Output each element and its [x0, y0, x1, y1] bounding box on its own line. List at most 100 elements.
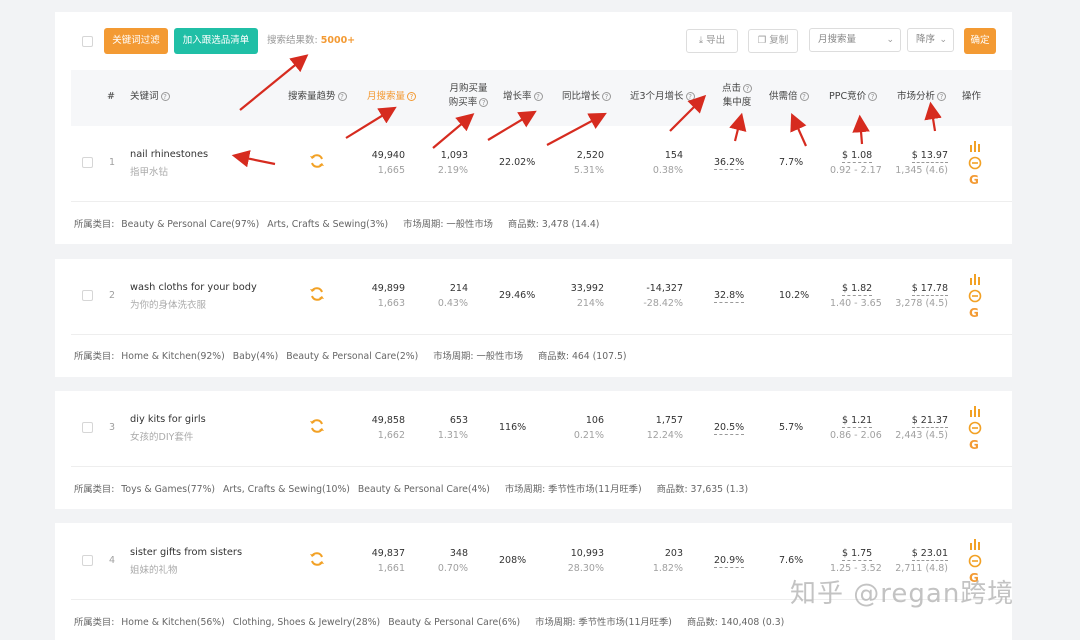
category-item[interactable]: Toys & Games(77%) — [121, 484, 215, 495]
category-item[interactable]: Beauty & Personal Care(6%) — [388, 617, 520, 628]
row-supply-demand: 7.7% — [779, 157, 804, 168]
col-last3[interactable]: 近3个月增长? — [630, 90, 695, 104]
minus-circle-icon[interactable] — [968, 420, 982, 435]
row-click-concentration[interactable]: 32.8% — [714, 289, 745, 303]
help-icon[interactable]: ? — [602, 92, 612, 101]
row-index: 2 — [109, 290, 116, 301]
trend-refresh-icon[interactable] — [309, 286, 325, 302]
help-icon[interactable]: ? — [533, 92, 543, 101]
row-checkbox[interactable] — [82, 555, 93, 566]
row-index: 3 — [109, 422, 116, 433]
row-keyword[interactable]: nail rhinestones — [130, 149, 208, 160]
goods-count: 商品数: 37,635 (1.3) — [656, 484, 749, 495]
help-icon[interactable]: ? — [685, 92, 695, 101]
row-category-line: 所属类目: Home & Kitchen(56%) Clothing, Shoes… — [74, 614, 792, 628]
row-last3-pct: -28.42% — [643, 298, 683, 309]
row-keyword[interactable]: sister gifts from sisters — [130, 547, 242, 558]
row-monthly-search: 49,837 — [371, 548, 405, 559]
bar-chart-icon[interactable] — [969, 402, 981, 417]
row-growth: 208% — [499, 555, 527, 566]
row-checkbox[interactable] — [82, 422, 93, 433]
row-click-concentration[interactable]: 20.5% — [714, 421, 745, 435]
row-growth: 116% — [499, 422, 527, 433]
sort-order-select[interactable]: 降序 ⌄ — [907, 28, 954, 52]
row-ppc[interactable]: $ 1.82 — [842, 282, 873, 296]
help-icon[interactable]: ? — [160, 92, 170, 101]
keyword-filter-button[interactable]: 关键词过滤 — [104, 28, 168, 54]
row-ppc[interactable]: $ 1.08 — [842, 149, 873, 163]
copy-button[interactable]: ❐ 复制 — [748, 29, 798, 53]
row-checkbox[interactable] — [82, 290, 93, 301]
row-growth: 29.46% — [499, 290, 536, 301]
row-keyword[interactable]: wash cloths for your body — [130, 282, 257, 293]
row-keyword-translation: 女孩的DIY套件 — [130, 432, 194, 443]
google-icon[interactable]: G — [969, 306, 979, 320]
help-icon[interactable]: ? — [337, 92, 347, 101]
row-click-concentration[interactable]: 36.2% — [714, 156, 745, 170]
minus-circle-icon[interactable] — [968, 553, 982, 568]
category-item[interactable]: Beauty & Personal Care(2%) — [286, 351, 418, 362]
sort-field-select[interactable]: 月搜索量 ⌄ — [809, 28, 901, 52]
bar-chart-icon[interactable] — [969, 137, 981, 152]
col-monthly-purchase[interactable]: 月购买量 购买率? — [441, 82, 496, 110]
row-keyword[interactable]: diy kits for girls — [130, 414, 206, 425]
category-item[interactable]: Home & Kitchen(92%) — [121, 351, 224, 362]
row-market-price[interactable]: $ 17.78 — [911, 282, 948, 296]
help-icon[interactable]: ? — [937, 92, 947, 101]
category-item[interactable]: Beauty & Personal Care(4%) — [358, 484, 490, 495]
google-icon[interactable]: G — [969, 438, 979, 452]
trend-refresh-icon[interactable] — [309, 418, 325, 434]
col-growth[interactable]: 增长率? — [503, 90, 543, 104]
category-item[interactable]: Beauty & Personal Care(97%) — [121, 219, 259, 230]
row-market-price[interactable]: $ 21.37 — [911, 414, 948, 428]
toolbar: 关键词过滤 加入跟选品清单 搜索结果数: 5000+ ⤓ 导出 ❐ 复制 月搜索… — [55, 12, 1012, 68]
category-item[interactable]: Arts, Crafts & Sewing(3%) — [267, 219, 388, 230]
trend-refresh-icon[interactable] — [309, 153, 325, 169]
row-market-price[interactable]: $ 13.97 — [911, 149, 948, 163]
bar-chart-icon[interactable] — [969, 535, 981, 550]
col-search-trend[interactable]: 搜索量趋势? — [288, 90, 347, 104]
category-label: 所属类目: — [74, 219, 115, 230]
minus-circle-icon[interactable] — [968, 155, 982, 170]
col-market[interactable]: 市场分析? — [897, 90, 947, 104]
help-icon[interactable]: ? — [743, 84, 752, 93]
col-click[interactable]: 点击? 集中度 — [717, 82, 757, 110]
row-ppc-range: 1.40 - 3.65 — [830, 298, 882, 309]
row-click-concentration[interactable]: 20.9% — [714, 554, 745, 568]
category-item[interactable]: Arts, Crafts & Sewing(10%) — [223, 484, 350, 495]
row-last3: -14,327 — [646, 283, 683, 294]
chevron-down-icon: ⌄ — [886, 35, 894, 45]
row-ppc[interactable]: $ 1.75 — [842, 547, 873, 561]
category-item[interactable]: Clothing, Shoes & Jewelry(28%) — [233, 617, 380, 628]
select-all-checkbox[interactable] — [82, 36, 93, 47]
help-icon[interactable]: ? — [799, 92, 809, 101]
help-icon[interactable]: ? — [407, 92, 417, 101]
row-daily-search: 1,662 — [377, 430, 405, 441]
export-button[interactable]: ⤓ 导出 — [686, 29, 738, 53]
col-ppc[interactable]: PPC竞价? — [829, 90, 878, 104]
help-icon[interactable]: ? — [868, 92, 878, 101]
bar-chart-icon[interactable] — [969, 270, 981, 285]
row-yoy: 10,993 — [570, 548, 604, 559]
add-to-list-button[interactable]: 加入跟选品清单 — [174, 28, 258, 54]
row-yoy: 33,992 — [570, 283, 604, 294]
category-label: 所属类目: — [74, 351, 115, 362]
col-monthly-search[interactable]: 月搜索量? — [367, 90, 417, 104]
card-1: 关键词过滤 加入跟选品清单 搜索结果数: 5000+ ⤓ 导出 ❐ 复制 月搜索… — [55, 12, 1012, 244]
minus-circle-icon[interactable] — [968, 288, 982, 303]
row-yoy-pct: 28.30% — [567, 563, 604, 574]
trend-refresh-icon[interactable] — [309, 551, 325, 567]
google-icon[interactable]: G — [969, 173, 979, 187]
row-ppc[interactable]: $ 1.21 — [842, 414, 873, 428]
row-index: 1 — [109, 157, 116, 168]
row-checkbox[interactable] — [82, 157, 93, 168]
col-yoy[interactable]: 同比增长? — [562, 90, 612, 104]
confirm-button[interactable]: 确定 — [964, 28, 996, 54]
category-item[interactable]: Baby(4%) — [233, 351, 278, 362]
row-market-price[interactable]: $ 23.01 — [911, 547, 948, 561]
category-item[interactable]: Home & Kitchen(56%) — [121, 617, 224, 628]
col-keyword[interactable]: 关键词? — [130, 90, 170, 104]
help-icon[interactable]: ? — [479, 98, 489, 107]
col-supply-demand[interactable]: 供需倍? — [769, 90, 809, 104]
row-last3: 203 — [664, 548, 683, 559]
